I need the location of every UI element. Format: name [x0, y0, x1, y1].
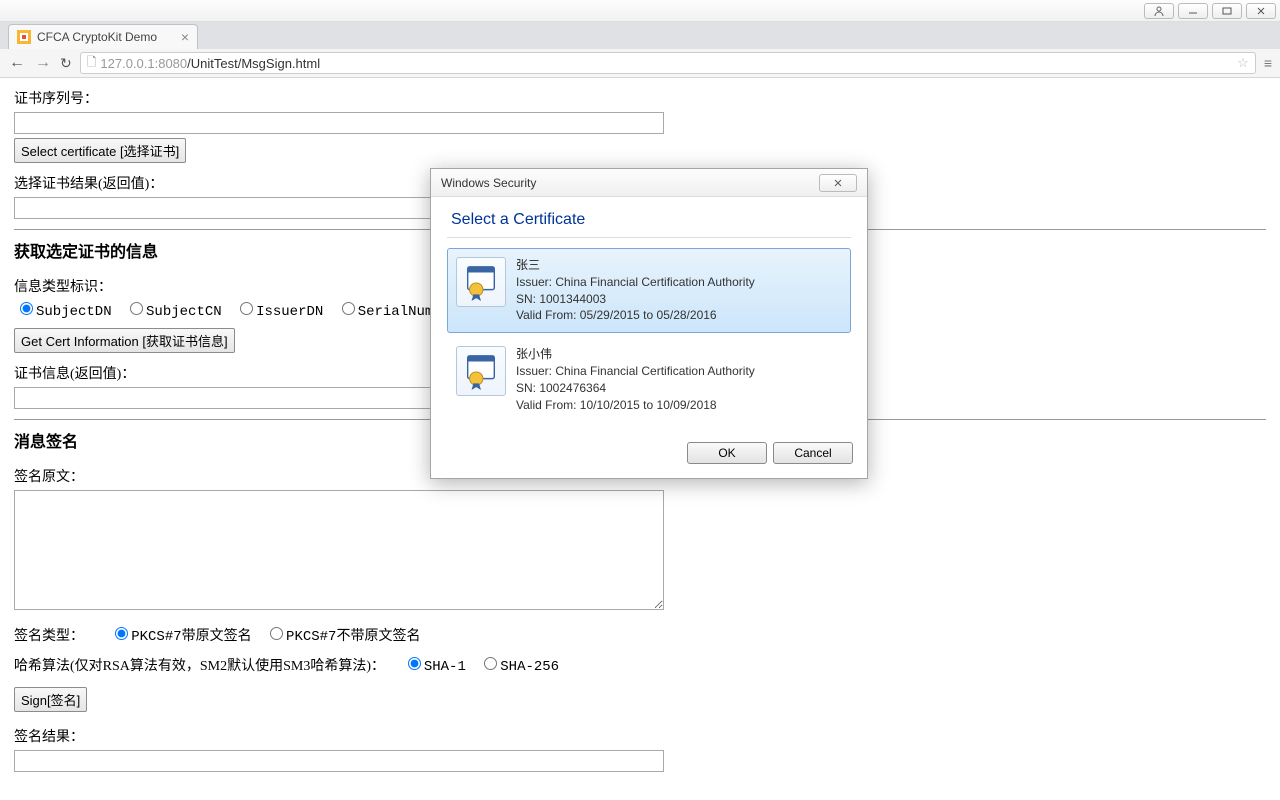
radio-subjectdn[interactable]	[20, 302, 33, 315]
forward-button[interactable]: →	[34, 54, 52, 72]
cert-valid: Valid From: 10/10/2015 to 10/09/2018	[516, 397, 755, 414]
url-path: /UnitTest/MsgSign.html	[187, 56, 320, 71]
cert-issuer: Issuer: China Financial Certification Au…	[516, 274, 755, 291]
user-icon[interactable]	[1144, 3, 1174, 19]
tab-close-icon[interactable]: ×	[181, 30, 189, 44]
radio-sha1[interactable]	[408, 657, 421, 670]
radio-sha256-label: SHA-256	[500, 659, 559, 675]
get-cert-info-button[interactable]: Get Cert Information [获取证书信息]	[14, 328, 235, 353]
radio-subjectcn-label: SubjectCN	[146, 304, 222, 320]
cert-issuer: Issuer: China Financial Certification Au…	[516, 363, 755, 380]
dialog-separator	[447, 237, 851, 238]
tab-title: CFCA CryptoKit Demo	[37, 30, 157, 44]
favicon-icon	[17, 30, 31, 44]
select-result-label: 选择证书结果(返回值)：	[14, 177, 163, 192]
radio-serialnumber[interactable]	[342, 302, 355, 315]
dialog-title-text: Windows Security	[441, 176, 536, 190]
sign-button[interactable]: Sign[签名]	[14, 687, 87, 712]
radio-sha1-label: SHA-1	[424, 659, 466, 675]
certificate-icon	[456, 346, 506, 396]
radio-issuerdn[interactable]	[240, 302, 253, 315]
select-certificate-button[interactable]: Select certificate [选择证书]	[14, 138, 186, 163]
sign-source-label: 签名原文：	[14, 470, 84, 485]
dialog-heading: Select a Certificate	[451, 211, 851, 229]
reload-button[interactable]: ↻	[60, 55, 72, 72]
url-bar[interactable]: 🗋 127.0.0.1:8080/UnitTest/MsgSign.html ☆	[80, 52, 1256, 74]
radio-subjectdn-label: SubjectDN	[36, 304, 112, 320]
sign-source-textarea[interactable]	[14, 490, 664, 610]
sign-result-input[interactable]	[14, 750, 664, 772]
back-button[interactable]: ←	[8, 54, 26, 72]
serial-label: 证书序列号：	[14, 92, 98, 107]
dialog-close-button[interactable]	[819, 174, 857, 192]
cert-info-label: 证书信息(返回值)：	[14, 367, 135, 382]
menu-icon[interactable]: ≡	[1264, 55, 1272, 71]
url-port: :8080	[155, 56, 188, 71]
sign-result-label: 签名结果：	[14, 730, 84, 745]
tab-bar: CFCA CryptoKit Demo ×	[0, 22, 1280, 49]
close-button[interactable]	[1246, 3, 1276, 19]
cert-name: 张小伟	[516, 346, 755, 363]
cert-sn: SN: 1001344003	[516, 291, 755, 308]
minimize-button[interactable]	[1178, 3, 1208, 19]
radio-pkcs7-detached[interactable]	[270, 627, 283, 640]
certificate-icon	[456, 257, 506, 307]
radio-issuerdn-label: IssuerDN	[256, 304, 323, 320]
window-titlebar	[0, 0, 1280, 22]
browser-toolbar: ← → ↻ 🗋 127.0.0.1:8080/UnitTest/MsgSign.…	[0, 49, 1280, 78]
certificate-item[interactable]: 张三 Issuer: China Financial Certification…	[447, 248, 851, 333]
page-icon: 🗋	[87, 53, 97, 74]
dialog-cancel-button[interactable]: Cancel	[773, 442, 853, 464]
bookmark-star-icon[interactable]: ☆	[1237, 55, 1249, 71]
serial-input[interactable]	[14, 112, 664, 134]
hash-label: 哈希算法(仅对RSA算法有效，SM2默认使用SM3哈希算法)：	[14, 659, 385, 674]
certificate-item[interactable]: 张小伟 Issuer: China Financial Certificatio…	[447, 337, 851, 422]
cert-name: 张三	[516, 257, 755, 274]
windows-security-dialog: Windows Security Select a Certificate 张三…	[430, 168, 868, 479]
info-type-label: 信息类型标识：	[14, 280, 112, 295]
radio-sha256[interactable]	[484, 657, 497, 670]
dialog-titlebar[interactable]: Windows Security	[431, 169, 867, 197]
maximize-button[interactable]	[1212, 3, 1242, 19]
browser-tab[interactable]: CFCA CryptoKit Demo ×	[8, 24, 198, 49]
radio-pkcs7-attached[interactable]	[115, 627, 128, 640]
sign-type-label: 签名类型：	[14, 629, 84, 644]
dialog-ok-button[interactable]: OK	[687, 442, 767, 464]
radio-pkcs7-attached-label: PKCS#7带原文签名	[131, 629, 251, 645]
radio-subjectcn[interactable]	[130, 302, 143, 315]
cert-sn: SN: 1002476364	[516, 380, 755, 397]
radio-pkcs7-detached-label: PKCS#7不带原文签名	[286, 629, 420, 645]
cert-valid: Valid From: 05/29/2015 to 05/28/2016	[516, 307, 755, 324]
url-host: 127.0.0.1	[100, 56, 154, 71]
